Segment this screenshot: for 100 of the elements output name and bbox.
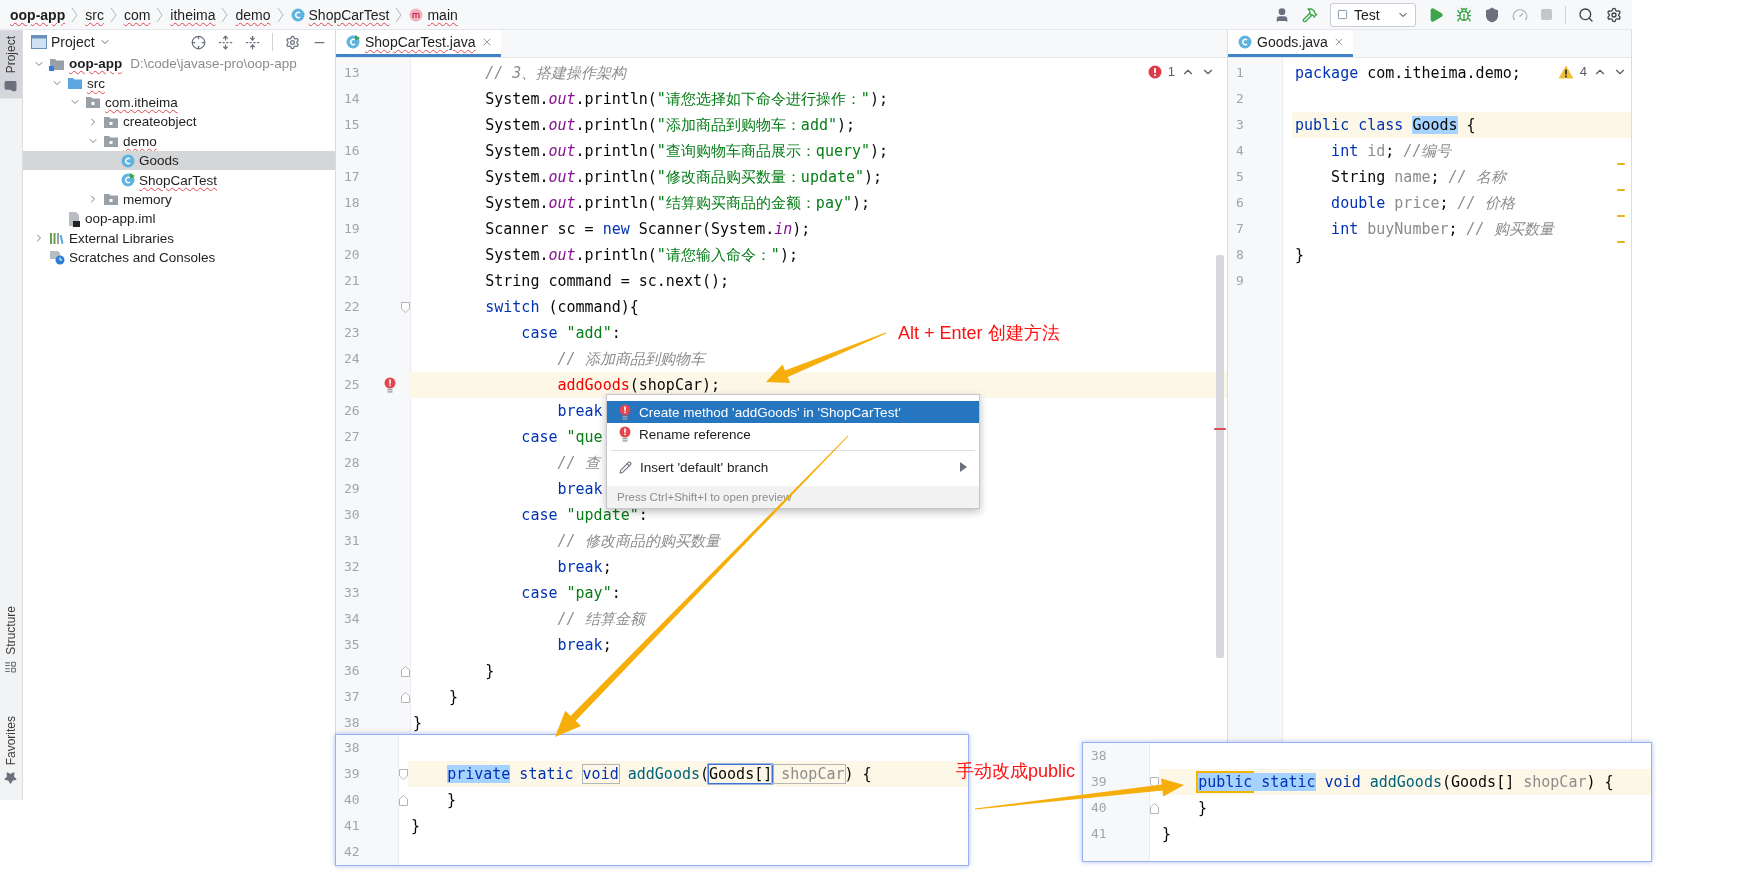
code-line: case "add": xyxy=(520,323,621,344)
breadcrumb-link[interactable]: demo xyxy=(235,6,271,23)
code-line: System.out.println("结算购买商品的金额：pay"); xyxy=(484,193,871,214)
tree-item[interactable]: src xyxy=(23,73,335,93)
editor-tab[interactable]: ShopCarTest.java xyxy=(336,30,501,57)
code-line: break; xyxy=(556,557,612,578)
breadcrumb-link[interactable]: ShopCarTest xyxy=(290,6,390,23)
debug-icon[interactable] xyxy=(1456,6,1472,23)
breadcrumb-link[interactable]: main xyxy=(409,6,458,23)
tree-item[interactable]: Scratches and Consoles xyxy=(23,247,335,268)
line-number: 23 xyxy=(343,324,361,342)
warning-stripe-mark[interactable] xyxy=(1617,189,1625,191)
tree-item[interactable]: demo xyxy=(23,131,335,151)
error-bulb-icon xyxy=(619,426,631,442)
line-number: 24 xyxy=(343,350,361,368)
chevron-separator-icon xyxy=(109,6,118,23)
tree-item[interactable]: oop-app.iml xyxy=(23,209,335,229)
package-folder-icon xyxy=(103,134,119,149)
annotation-text: 手动改成public xyxy=(956,760,1076,782)
fold-icon[interactable] xyxy=(400,665,410,677)
tool-window-tab[interactable]: Project xyxy=(0,30,22,99)
tree-item[interactable]: com.itheima xyxy=(23,92,335,113)
fold-icon[interactable] xyxy=(400,301,410,313)
warning-stripe-mark[interactable] xyxy=(1617,163,1625,165)
tree-item[interactable]: ShopCarTest xyxy=(23,170,335,190)
popup-menu-item[interactable]: Rename reference xyxy=(607,423,979,445)
module-path: D:\code\javase-pro\oop-app xyxy=(130,56,297,72)
line-number: 40 xyxy=(1090,799,1108,817)
scrollbar-thumb[interactable] xyxy=(1216,255,1224,658)
code-line: } xyxy=(448,687,459,708)
fold-icon[interactable] xyxy=(398,794,408,806)
expand-all-icon[interactable] xyxy=(218,34,233,50)
editor-tab[interactable]: Goods.java xyxy=(1228,30,1353,57)
fold-icon[interactable] xyxy=(398,768,408,780)
tree-item[interactable]: Goods xyxy=(23,150,335,171)
breadcrumb-link[interactable]: oop-app xyxy=(10,6,66,23)
breadcrumb-link[interactable]: src xyxy=(85,6,104,23)
chevron-separator-icon xyxy=(71,6,80,23)
code-line: break; xyxy=(556,635,612,656)
package-folder-icon xyxy=(103,114,119,129)
tree-item[interactable]: oop-app D:\code\javase-pro\oop-app xyxy=(23,54,335,74)
code-line: // 结算金额 xyxy=(556,609,645,630)
shield-icon[interactable] xyxy=(1484,6,1500,23)
code-line: } xyxy=(1295,245,1305,266)
code-line: System.out.println("修改商品购买数量：update"); xyxy=(484,167,883,188)
tree-item[interactable]: memory xyxy=(23,189,335,210)
breadcrumb-link[interactable]: com xyxy=(123,6,151,23)
code-line: int buyNumber; // 购买数量 xyxy=(1330,219,1554,240)
settings-icon[interactable] xyxy=(285,34,300,50)
line-number: 7 xyxy=(1235,220,1245,238)
error-bulb-icon[interactable] xyxy=(384,377,396,393)
chevron-separator-icon xyxy=(276,6,285,23)
user-icon[interactable] xyxy=(1274,6,1290,23)
chevron-separator-icon xyxy=(221,6,230,23)
line-number: 42 xyxy=(343,843,361,861)
chevron-separator-icon xyxy=(395,6,404,23)
hammer-icon[interactable] xyxy=(1302,6,1318,23)
tool-window-tab[interactable]: Structure xyxy=(0,599,22,680)
code-line: // 3、搭建操作架构 xyxy=(484,63,627,84)
code-line: System.out.println("请您输入命令："); xyxy=(484,245,798,266)
popup-menu-item[interactable]: Insert 'default' branch xyxy=(607,456,979,478)
warning-stripe-mark[interactable] xyxy=(1617,215,1625,217)
line-number: 1 xyxy=(1235,64,1245,82)
line-number: 33 xyxy=(343,584,361,602)
settings-icon[interactable] xyxy=(1606,6,1622,23)
tree-item[interactable]: External Libraries xyxy=(23,228,335,248)
gauge-icon[interactable] xyxy=(1512,6,1528,23)
line-number: 41 xyxy=(1090,825,1108,843)
error-bulb-icon xyxy=(619,404,631,420)
code-line: break xyxy=(556,401,603,422)
runnable-class-icon xyxy=(121,173,135,188)
fold-icon[interactable] xyxy=(1149,802,1159,814)
problem-count[interactable]: 4 xyxy=(1579,64,1587,79)
code-line: addGoods(shopCar); xyxy=(556,375,721,396)
tree-item[interactable]: createobject xyxy=(23,112,335,132)
stop-icon[interactable] xyxy=(1540,8,1553,21)
fold-icon[interactable] xyxy=(400,691,410,703)
runnable-class-icon xyxy=(346,35,360,49)
line-number: 6 xyxy=(1235,194,1245,212)
fold-icon[interactable] xyxy=(1149,776,1159,788)
code-line: System.out.println("查询购物车商品展示：query"); xyxy=(484,141,889,162)
collapse-all-icon[interactable] xyxy=(245,34,260,50)
search-icon[interactable] xyxy=(1578,6,1594,23)
error-stripe-mark[interactable] xyxy=(1214,428,1226,430)
line-number: 4 xyxy=(1235,142,1245,160)
run-configuration-dropdown[interactable]: Test xyxy=(1330,2,1416,27)
submenu-arrow-icon xyxy=(960,462,967,472)
warning-stripe-mark[interactable] xyxy=(1617,241,1625,243)
line-number: 39 xyxy=(343,765,361,783)
line-number: 9 xyxy=(1235,272,1245,290)
method-icon xyxy=(409,7,424,22)
breadcrumb-link[interactable]: itheima xyxy=(170,6,216,23)
locate-icon[interactable] xyxy=(191,34,206,50)
tool-window-tab[interactable]: Favorites xyxy=(0,709,22,790)
run-icon[interactable] xyxy=(1428,6,1444,23)
problem-count[interactable]: 1 xyxy=(1167,64,1175,79)
project-view-dropdown[interactable]: Project xyxy=(31,34,111,50)
popup-menu-item[interactable]: Create method 'addGoods' in 'ShopCarTest' xyxy=(607,401,979,423)
code-line: case "que xyxy=(520,427,603,448)
code-line: } xyxy=(411,816,421,837)
